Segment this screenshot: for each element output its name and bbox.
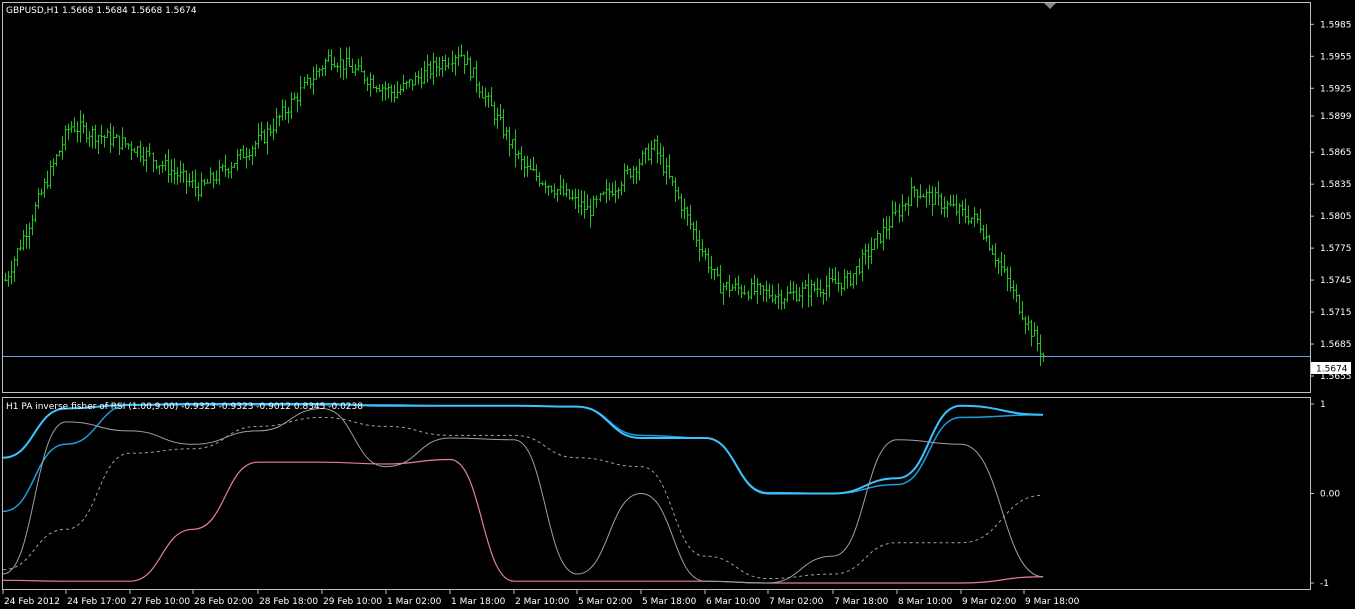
time-tick-label: 28 Feb 02:00 (194, 597, 253, 607)
price-tick-label: 1.5899 (1320, 112, 1352, 122)
price-tick-label: 1.5775 (1320, 244, 1352, 254)
time-tick-label: 1 Mar 18:00 (451, 597, 506, 607)
price-tick-label: 1.5985 (1320, 20, 1352, 30)
chart-canvas[interactable]: 1.5985 1.5955 1.5925 1.5899 1.5865 1.5835 1.58… (0, 0, 1355, 609)
time-tick-label: 27 Feb 10:00 (131, 597, 190, 607)
indicator-panel-header: H1 PA inverse fisher of RSI (1.00,9.00) … (6, 402, 363, 412)
chart-window[interactable]: 1.5985 1.5955 1.5925 1.5899 1.5865 1.5835 1.58… (0, 0, 1355, 609)
time-tick-label: 2 Mar 10:00 (515, 597, 570, 607)
price-tick-label: 1.5745 (1320, 276, 1352, 286)
price-tick-label: 1.5955 (1320, 52, 1352, 62)
time-tick-label: 29 Feb 10:00 (323, 597, 382, 607)
indicator-axis: 1 0.00 -1 (1310, 400, 1340, 589)
price-tick-label: 1.5805 (1320, 212, 1352, 222)
time-tick-label: 7 Mar 02:00 (769, 597, 824, 607)
time-tick-label: 9 Mar 02:00 (962, 597, 1017, 607)
price-tick-label: 1.5685 (1320, 340, 1352, 350)
time-axis: 24 Feb 2012 24 Feb 17:00 27 Feb 10:00 28 Fe… (2, 590, 1080, 607)
indicator-tick-label: -1 (1320, 579, 1329, 589)
time-tick-label: 7 Mar 18:00 (834, 597, 889, 607)
time-tick-label: 8 Mar 10:00 (898, 597, 953, 607)
time-tick-label: 28 Feb 18:00 (259, 597, 318, 607)
price-tick-label: 1.5835 (1320, 180, 1352, 190)
time-tick-label: 24 Feb 17:00 (67, 597, 126, 607)
current-price-label: 1.5674 (1316, 365, 1348, 375)
time-tick-label: 6 Mar 10:00 (706, 597, 761, 607)
indicator-tick-label: 1 (1320, 400, 1326, 410)
price-tick-label: 1.5865 (1320, 148, 1352, 158)
indicator-tick-label: 0.00 (1320, 490, 1340, 500)
price-tick-label: 1.5715 (1320, 308, 1352, 318)
price-axis: 1.5985 1.5955 1.5925 1.5899 1.5865 1.5835 1.58… (1310, 20, 1352, 382)
price-tick-label: 1.5925 (1320, 84, 1352, 94)
time-tick-label: 1 Mar 02:00 (387, 597, 442, 607)
main-panel-header: GBPUSD,H1 1.5668 1.5684 1.5668 1.5674 (6, 6, 197, 16)
time-tick-label: 24 Feb 2012 (4, 597, 60, 607)
indicator-panel[interactable] (2, 397, 1311, 590)
time-tick-label: 9 Mar 18:00 (1025, 597, 1080, 607)
time-tick-label: 5 Mar 02:00 (578, 597, 633, 607)
time-tick-label: 5 Mar 18:00 (642, 597, 697, 607)
